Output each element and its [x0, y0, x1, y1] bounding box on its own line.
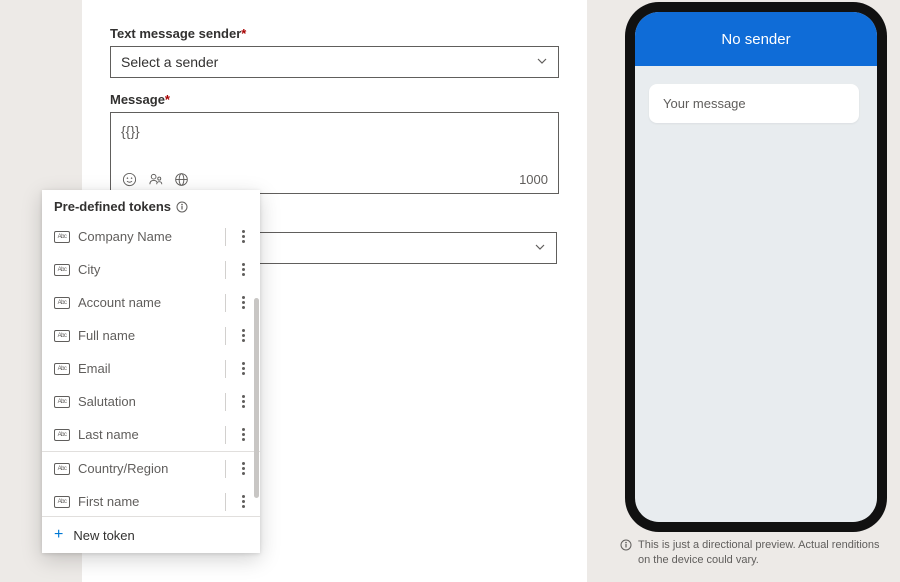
text-token-icon: Abc [54, 330, 70, 342]
globe-icon[interactable] [173, 171, 189, 187]
separator [225, 228, 226, 246]
separator [225, 393, 226, 411]
tokens-header-text: Pre-defined tokens [54, 199, 171, 214]
sender-select[interactable]: Select a sender [110, 46, 559, 78]
token-label: Email [78, 361, 217, 376]
phone-screen: No sender Your message [635, 12, 877, 522]
token-label: Account name [78, 295, 217, 310]
phone-header: No sender [635, 12, 877, 66]
text-token-icon: Abc [54, 231, 70, 243]
sender-label-text: Text message sender [110, 26, 241, 41]
token-item[interactable]: Abc City [42, 253, 260, 286]
plus-icon: + [54, 527, 63, 543]
disclaimer-text: This is just a directional preview. Actu… [638, 538, 890, 568]
new-token-button[interactable]: + New token [42, 516, 260, 553]
tokens-popover: Pre-defined tokens Abc Company Name Abc … [42, 190, 260, 553]
separator [225, 426, 226, 444]
scrollbar-thumb[interactable] [254, 298, 259, 498]
more-icon[interactable] [236, 462, 250, 475]
token-label: First name [78, 494, 217, 509]
token-item[interactable]: Abc Company Name [42, 220, 260, 253]
message-field[interactable]: {{}} 1000 [110, 112, 559, 194]
more-icon[interactable] [236, 395, 250, 408]
more-icon[interactable] [236, 428, 250, 441]
text-token-icon: Abc [54, 429, 70, 441]
text-token-icon: Abc [54, 396, 70, 408]
chevron-down-icon [536, 55, 548, 70]
token-item[interactable]: Abc First name [42, 485, 260, 518]
token-item[interactable]: Abc Last name [42, 418, 260, 451]
separator [225, 327, 226, 345]
phone-header-text: No sender [721, 31, 790, 48]
message-bubble: Your message [649, 84, 859, 123]
token-item[interactable]: Abc Full name [42, 319, 260, 352]
token-list: Abc Company Name Abc City Abc Account na… [42, 220, 260, 518]
separator [225, 360, 226, 378]
required-asterisk: * [165, 92, 170, 107]
tokens-header: Pre-defined tokens [42, 190, 260, 220]
emoji-icon[interactable] [121, 171, 137, 187]
text-token-icon: Abc [54, 496, 70, 508]
phone-preview: No sender Your message [625, 2, 887, 532]
token-label: Salutation [78, 394, 217, 409]
more-icon[interactable] [236, 296, 250, 309]
token-item[interactable]: Abc Email [42, 352, 260, 385]
info-icon [620, 538, 632, 551]
more-icon[interactable] [236, 230, 250, 243]
separator [225, 261, 226, 279]
message-label-text: Message [110, 92, 165, 107]
info-icon[interactable] [175, 200, 188, 213]
token-item[interactable]: Abc Account name [42, 286, 260, 319]
text-token-icon: Abc [54, 264, 70, 276]
text-token-icon: Abc [54, 297, 70, 309]
bubble-text: Your message [663, 96, 746, 111]
token-label: Last name [78, 427, 217, 442]
message-toolbar: 1000 [121, 171, 548, 187]
chevron-down-icon [534, 241, 546, 256]
toolbar-icons [121, 171, 189, 187]
text-token-icon: Abc [54, 363, 70, 375]
preview-disclaimer: This is just a directional preview. Actu… [620, 538, 890, 568]
personalization-icon[interactable] [147, 171, 163, 187]
sender-label: Text message sender* [110, 26, 559, 41]
message-content[interactable]: {{}} [121, 123, 548, 155]
text-token-icon: Abc [54, 463, 70, 475]
separator [225, 294, 226, 312]
char-count: 1000 [519, 172, 548, 187]
phone-body: Your message [635, 66, 877, 141]
separator [225, 493, 226, 511]
token-item[interactable]: Abc Country/Region [42, 452, 260, 485]
more-icon[interactable] [236, 495, 250, 508]
sender-select-value: Select a sender [121, 54, 218, 70]
token-label: City [78, 262, 217, 277]
separator [225, 460, 226, 478]
required-asterisk: * [241, 26, 246, 41]
more-icon[interactable] [236, 329, 250, 342]
new-token-label: New token [73, 528, 134, 543]
token-item[interactable]: Abc Salutation [42, 385, 260, 418]
token-label: Full name [78, 328, 217, 343]
more-icon[interactable] [236, 362, 250, 375]
token-label: Company Name [78, 229, 217, 244]
message-label: Message* [110, 92, 559, 107]
more-icon[interactable] [236, 263, 250, 276]
token-label: Country/Region [78, 461, 217, 476]
token-list-wrap: Abc Company Name Abc City Abc Account na… [42, 220, 260, 516]
